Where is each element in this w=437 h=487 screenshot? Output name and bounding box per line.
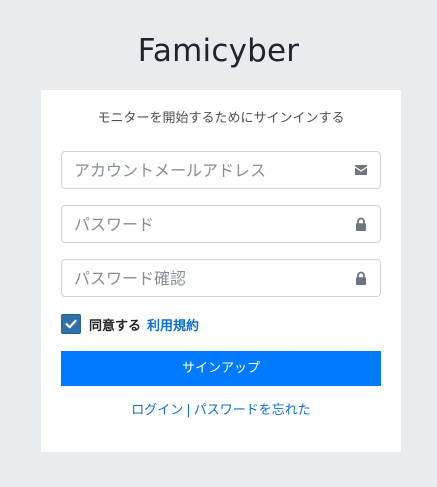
signup-card: モニターを開始するためにサインインする 同意する 利用規約 サインアップ: [41, 90, 401, 452]
password-confirm-field[interactable]: [61, 259, 381, 297]
email-field[interactable]: [61, 151, 381, 189]
lock-icon: [356, 217, 366, 231]
form-subtitle: モニターを開始するためにサインインする: [97, 111, 345, 126]
signup-button[interactable]: サインアップ: [61, 351, 381, 386]
agree-row: 同意する 利用規約: [61, 313, 199, 335]
email-input[interactable]: [62, 152, 354, 188]
envelope-icon: [355, 165, 367, 175]
link-separator: |: [186, 403, 191, 418]
password-confirm-input[interactable]: [62, 260, 354, 296]
footer-links: ログイン | パスワードを忘れた: [41, 402, 401, 420]
login-link[interactable]: ログイン: [131, 403, 183, 418]
password-field[interactable]: [61, 205, 381, 243]
agree-checkbox[interactable]: [61, 314, 81, 334]
checkmark-icon: [65, 319, 77, 329]
forgot-password-link[interactable]: パスワードを忘れた: [194, 403, 311, 418]
brand-title: Famicyber: [137, 33, 300, 69]
password-input[interactable]: [62, 206, 354, 242]
lock-icon: [356, 271, 366, 285]
terms-link[interactable]: 利用規約: [147, 315, 199, 334]
agree-label: 同意する: [89, 318, 142, 334]
